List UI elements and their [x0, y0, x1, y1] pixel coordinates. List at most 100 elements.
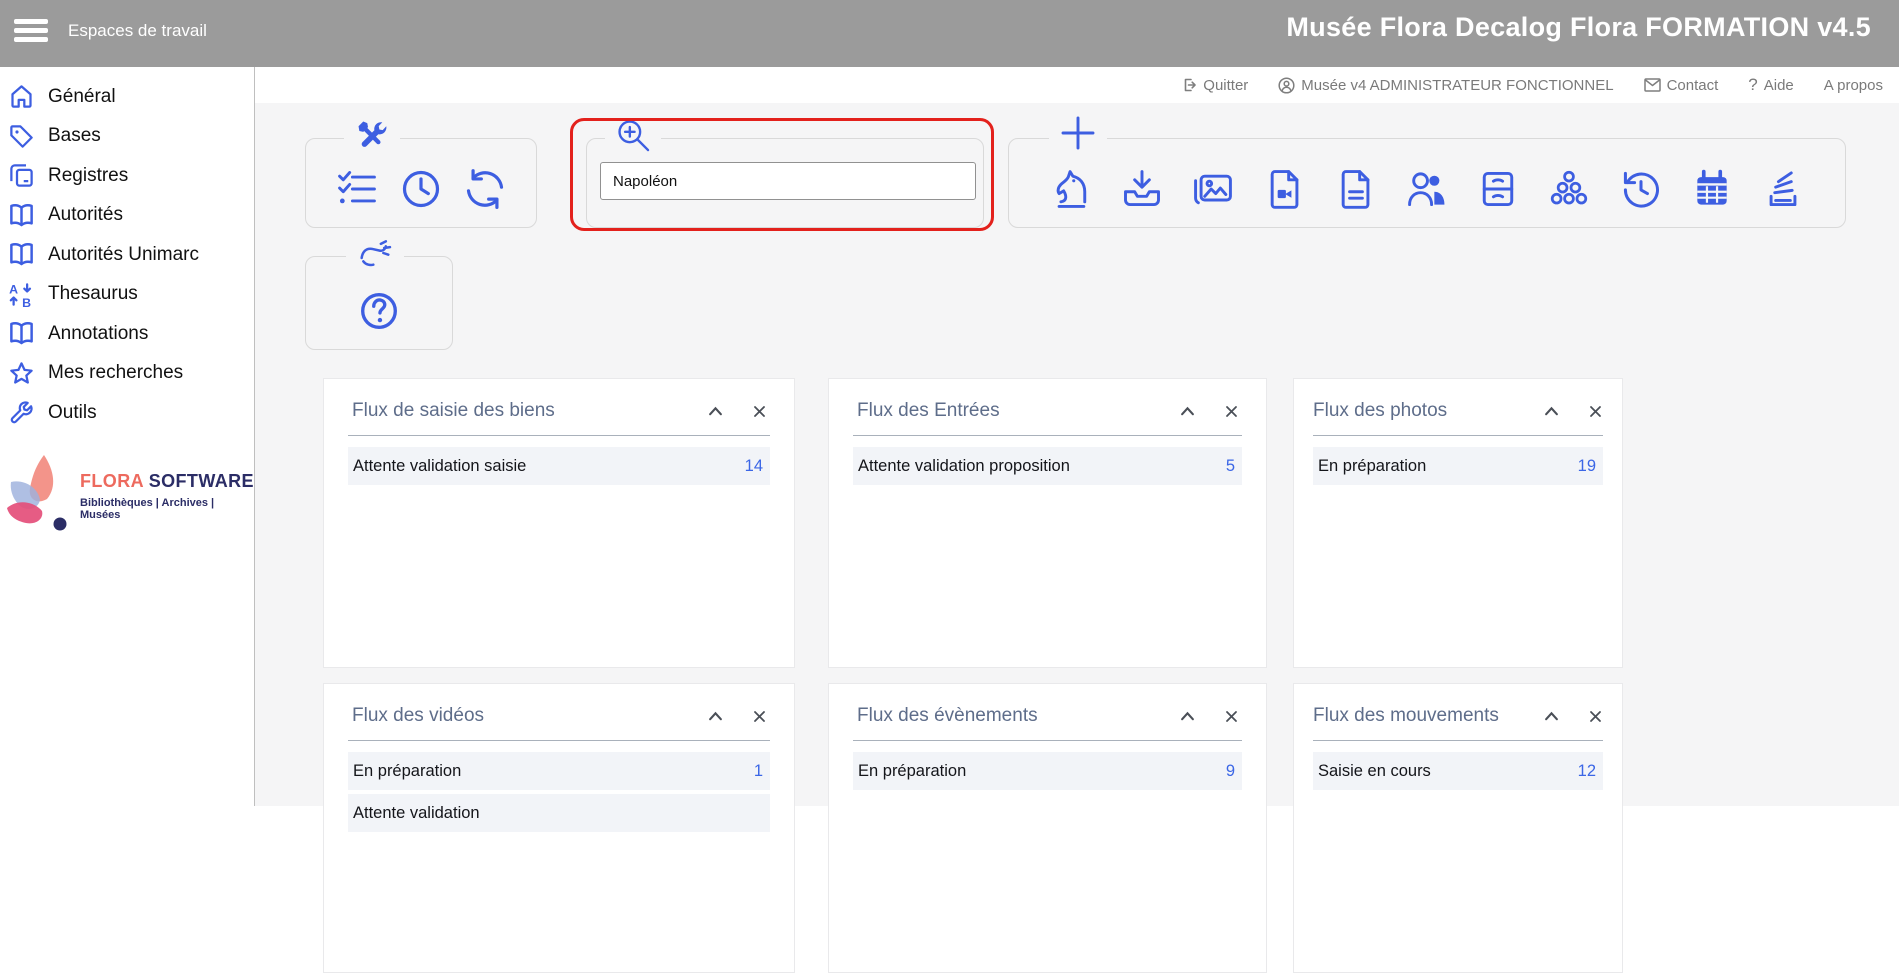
utility-bar: Quitter Musée v4 ADMINISTRATEUR FONCTION…: [253, 67, 1899, 103]
quick-search-input[interactable]: [600, 162, 976, 200]
close-widget-button[interactable]: [751, 403, 768, 420]
about-link[interactable]: A propos: [1824, 77, 1883, 94]
tools-icon: [344, 116, 400, 154]
user-circle-icon: [1278, 77, 1295, 94]
widget-title: Flux des photos: [1313, 400, 1542, 422]
hamburger-menu-icon[interactable]: [8, 9, 54, 53]
widget-title: Flux des mouvements: [1313, 705, 1542, 727]
current-user[interactable]: Musée v4 ADMINISTRATEUR FONCTIONNEL: [1278, 77, 1613, 94]
widget-flux-mouvements: Flux des mouvements Saisie en cours 12: [1293, 683, 1623, 973]
flow-row-count[interactable]: 5: [1226, 457, 1235, 476]
collapse-widget-button[interactable]: [706, 404, 725, 418]
svg-text:A: A: [9, 282, 18, 296]
flow-row[interactable]: En préparation 9: [853, 752, 1242, 790]
registers-icon: [5, 162, 37, 189]
collapse-widget-button[interactable]: [1542, 404, 1561, 418]
chess-knight-icon[interactable]: [1049, 167, 1093, 216]
flow-row[interactable]: En préparation 19: [1313, 447, 1603, 485]
widget-title: Flux des évènements: [857, 705, 1178, 727]
collapse-widget-button[interactable]: [1178, 404, 1197, 418]
drawer-icon[interactable]: [1476, 167, 1520, 216]
images-icon[interactable]: [1191, 167, 1235, 216]
brand-software: SOFTWARE: [149, 471, 254, 491]
top-bar: Espaces de travail Musée Flora Decalog F…: [0, 0, 1899, 67]
sidebar-item-registres[interactable]: Registres: [0, 156, 254, 196]
sidebar-item-bases[interactable]: Bases: [0, 117, 254, 157]
widget-title: Flux de saisie des biens: [352, 400, 706, 422]
collapse-widget-button[interactable]: [706, 709, 725, 723]
collapse-widget-button[interactable]: [1542, 709, 1561, 723]
flow-row[interactable]: Saisie en cours 12: [1313, 752, 1603, 790]
book-open-icon: [5, 320, 37, 347]
plus-icon: [1049, 113, 1107, 153]
sidebar-item-autorites-unimarc[interactable]: Autorités Unimarc: [0, 235, 254, 275]
close-widget-button[interactable]: [1587, 708, 1604, 725]
sidebar-item-autorites[interactable]: Autorités: [0, 196, 254, 236]
sidebar: Général Bases Registres Autorités Autori…: [0, 67, 255, 806]
toolbar-group-create: [1008, 138, 1846, 228]
help-link[interactable]: ? Aide: [1748, 75, 1794, 95]
svg-text:B: B: [22, 296, 31, 308]
flow-row-label: En préparation: [353, 762, 754, 781]
sidebar-item-annotations[interactable]: Annotations: [0, 314, 254, 354]
gesture-icon: [346, 236, 404, 270]
brand-flora: FLORA: [80, 471, 143, 491]
flora-flower-icon: [6, 452, 72, 539]
logout-icon: [1181, 77, 1197, 93]
workspace-label: Espaces de travail: [68, 21, 207, 41]
widget-flux-photos: Flux des photos En préparation 19: [1293, 378, 1623, 668]
flow-row-label: Saisie en cours: [1318, 762, 1578, 781]
flora-software-logo: FLORA SOFTWARE Bibliothèques | Archives …: [6, 452, 254, 539]
history-icon[interactable]: [1619, 167, 1663, 216]
cluster-icon[interactable]: [1547, 167, 1591, 216]
list-check-icon[interactable]: [335, 167, 379, 216]
book-open-icon: [5, 202, 37, 229]
sidebar-item-thesaurus[interactable]: AB Thesaurus: [0, 275, 254, 315]
flow-row[interactable]: Attente validation proposition 5: [853, 447, 1242, 485]
sidebar-item-general[interactable]: Général: [0, 77, 254, 117]
brand-tagline: Bibliothèques | Archives | Musées: [80, 497, 254, 521]
widget-flux-videos: Flux des vidéos En préparation 1 Attente…: [323, 683, 795, 973]
main-area: Flux de saisie des biens Attente validat…: [255, 103, 1899, 806]
flow-row[interactable]: Attente validation: [348, 794, 770, 832]
close-widget-button[interactable]: [1587, 403, 1604, 420]
flow-row-label: Attente validation: [353, 804, 763, 823]
quit-button[interactable]: Quitter: [1181, 77, 1248, 94]
wrench-icon: [5, 399, 37, 426]
flow-row[interactable]: Attente validation saisie 14: [348, 447, 770, 485]
sidebar-item-mes-recherches[interactable]: Mes recherches: [0, 354, 254, 394]
close-widget-button[interactable]: [751, 708, 768, 725]
flow-row-label: Attente validation saisie: [353, 457, 745, 476]
flow-row[interactable]: En préparation 1: [348, 752, 770, 790]
flow-row-count[interactable]: 12: [1578, 762, 1596, 781]
app-title: Musée Flora Decalog Flora FORMATION v4.5: [1286, 12, 1871, 43]
calendar-icon[interactable]: [1690, 167, 1734, 216]
file-video-icon[interactable]: [1263, 167, 1307, 216]
sidebar-item-outils[interactable]: Outils: [0, 393, 254, 433]
flow-row-count[interactable]: 14: [745, 457, 763, 476]
flow-row-count[interactable]: 19: [1578, 457, 1596, 476]
widget-flux-evenements: Flux des évènements En préparation 9: [828, 683, 1267, 973]
book-open-icon: [5, 241, 37, 268]
question-mark-icon: ?: [1748, 75, 1757, 95]
close-widget-button[interactable]: [1223, 708, 1240, 725]
flow-row-count[interactable]: 9: [1226, 762, 1235, 781]
flow-row-count[interactable]: 1: [754, 762, 763, 781]
download-tray-icon[interactable]: [1120, 167, 1164, 216]
widget-title: Flux des vidéos: [352, 705, 706, 727]
contact-link[interactable]: Contact: [1644, 77, 1719, 94]
close-widget-button[interactable]: [1223, 403, 1240, 420]
clock-icon[interactable]: [399, 167, 443, 216]
collapse-widget-button[interactable]: [1178, 709, 1197, 723]
stack-icon[interactable]: [1761, 167, 1805, 216]
file-text-icon[interactable]: [1334, 167, 1378, 216]
flow-row-label: En préparation: [1318, 457, 1578, 476]
refresh-icon[interactable]: [463, 167, 507, 216]
toolbar-group-search: [586, 138, 984, 228]
toolbar-group-tasks: [305, 138, 537, 228]
flow-row-label: En préparation: [858, 762, 1226, 781]
circle-question-icon[interactable]: [356, 288, 402, 339]
star-icon: [5, 360, 37, 387]
users-icon[interactable]: [1405, 167, 1449, 216]
magnifier-plus-icon: [605, 116, 661, 154]
